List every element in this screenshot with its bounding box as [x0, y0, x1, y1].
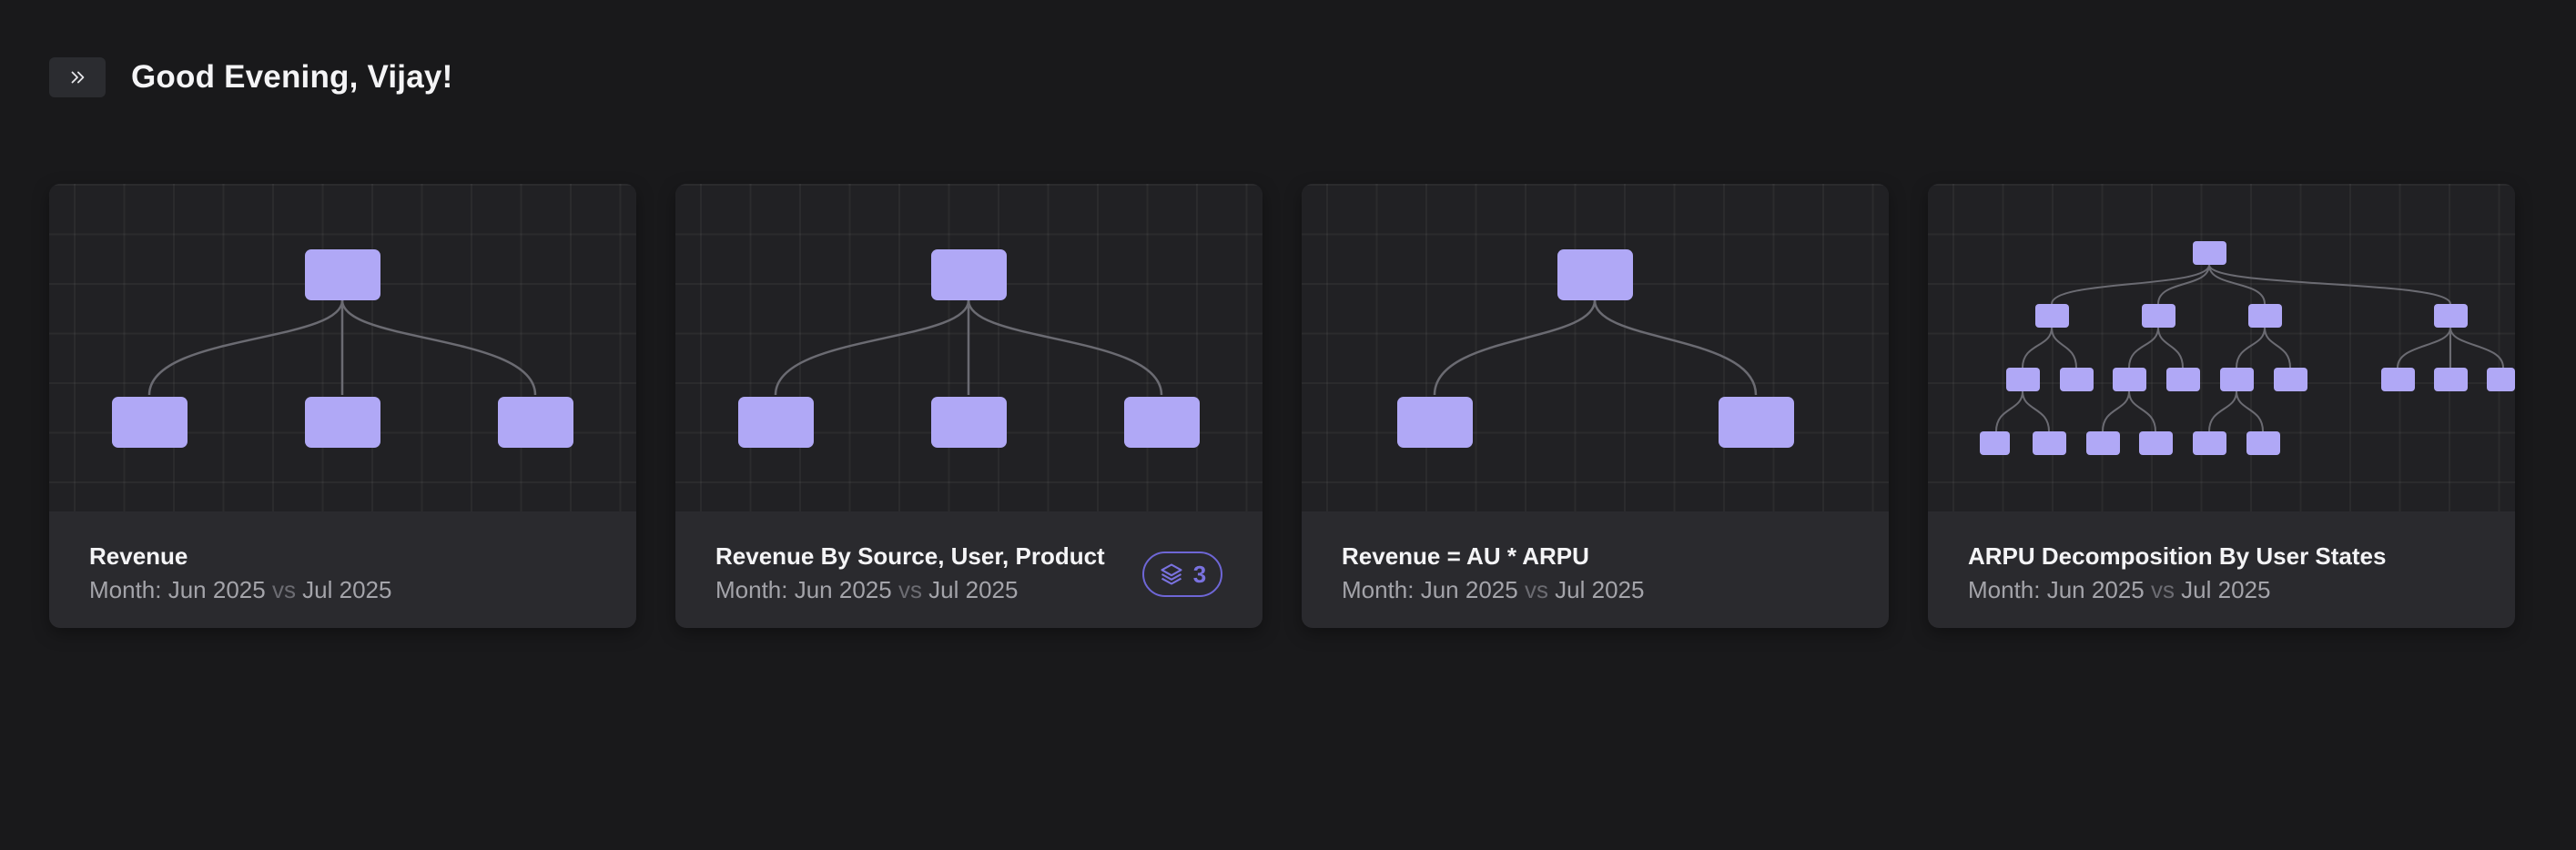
card-title: ARPU Decomposition By User States [1968, 542, 2387, 570]
tree-edge [2022, 390, 2050, 432]
tree-node [2487, 368, 2515, 391]
period-current: Month: Jun 2025 [715, 576, 892, 603]
tree-node [112, 397, 188, 448]
tree-node [931, 397, 1007, 448]
card-revenue-au-arpu[interactable]: Revenue = AU * ARPU Month: Jun 2025 vs J… [1302, 184, 1889, 628]
card-title: Revenue = AU * ARPU [1342, 542, 1589, 570]
card-period: Month: Jun 2025 vs Jul 2025 [89, 573, 596, 606]
tree-node [2035, 304, 2069, 328]
card-arpu-decomposition[interactable]: ARPU Decomposition By User States Month:… [1928, 184, 2515, 628]
tree-node [1980, 431, 2010, 455]
tree-edge [2022, 327, 2053, 369]
card-footer: Revenue By Source, User, Product Month: … [675, 511, 1263, 628]
tree-node [2220, 368, 2254, 391]
layers-icon [1161, 563, 1182, 585]
card-title: Revenue [89, 542, 188, 570]
tree-edge [1995, 390, 2023, 432]
tree-edge [2157, 327, 2184, 369]
tree-node [2142, 304, 2175, 328]
tree-node [931, 249, 1007, 300]
tree-node [2246, 431, 2280, 455]
tree-edge [340, 299, 537, 396]
tree-edge [2236, 327, 2266, 369]
tree-node [305, 249, 380, 300]
period-compare: Jul 2025 [928, 576, 1019, 603]
tree-node [2434, 304, 2468, 328]
period-current: Month: Jun 2025 [1342, 576, 1518, 603]
tree-node [1719, 397, 1794, 448]
period-current: Month: Jun 2025 [89, 576, 266, 603]
period-compare: Jul 2025 [302, 576, 392, 603]
tree-edge [2208, 264, 2451, 305]
tree-preview [1302, 184, 1889, 511]
chevrons-right-icon [71, 71, 85, 84]
tree-edge [2208, 390, 2237, 432]
greeting-title: Good Evening, Vijay! [131, 59, 453, 95]
tree-node [498, 397, 573, 448]
period-vs: vs [898, 576, 922, 603]
tree-node [2113, 368, 2146, 391]
tree-node [2033, 431, 2066, 455]
tree-node [2086, 431, 2120, 455]
tree-edge [2264, 327, 2291, 369]
tree-edge [2051, 327, 2077, 369]
tree-node [1397, 397, 1473, 448]
card-revenue-by-source[interactable]: Revenue By Source, User, Product Month: … [675, 184, 1263, 628]
tree-node [2006, 368, 2040, 391]
card-footer: Revenue Month: Jun 2025 vs Jul 2025 [49, 511, 636, 628]
tree-edge [2397, 327, 2451, 369]
period-current: Month: Jun 2025 [1968, 576, 2145, 603]
period-compare: Jul 2025 [2181, 576, 2271, 603]
tree-edge [967, 299, 1163, 396]
tree-edge [2128, 390, 2156, 432]
tree-node [2139, 431, 2173, 455]
tree-edge [147, 299, 344, 396]
tree-node [1124, 397, 1200, 448]
tree-node [305, 397, 380, 448]
tree-node [2193, 431, 2226, 455]
tree-edge [2449, 327, 2504, 369]
tree-node [2381, 368, 2415, 391]
tree-node [2434, 368, 2468, 391]
tree-node [2060, 368, 2094, 391]
tree-edge [2102, 390, 2130, 432]
period-vs: vs [1524, 576, 1548, 603]
tree-node [2166, 368, 2200, 391]
tree-preview [49, 184, 636, 511]
tree-node [2248, 304, 2282, 328]
tree-node [2193, 241, 2226, 265]
card-revenue[interactable]: Revenue Month: Jun 2025 vs Jul 2025 [49, 184, 636, 628]
layers-badge[interactable]: 3 [1142, 551, 1222, 597]
tree-edge [774, 299, 970, 396]
tree-edge [1433, 299, 1597, 396]
tree-edge [1593, 299, 1758, 396]
period-vs: vs [271, 576, 296, 603]
card-period: Month: Jun 2025 vs Jul 2025 [1342, 573, 1849, 606]
tree-node [1557, 249, 1633, 300]
page-header: Good Evening, Vijay! [49, 57, 452, 97]
card-period: Month: Jun 2025 vs Jul 2025 [1968, 573, 2475, 606]
tree-edge [2128, 327, 2159, 369]
layers-count: 3 [1192, 560, 1207, 588]
tree-edge [2157, 264, 2210, 305]
tree-edge [2236, 390, 2264, 432]
period-vs: vs [2150, 576, 2175, 603]
metric-tree-cards: Revenue Month: Jun 2025 vs Jul 2025 Reve… [49, 184, 2515, 628]
tree-preview [1928, 184, 2515, 511]
expand-sidebar-button[interactable] [49, 57, 106, 97]
card-footer: Revenue = AU * ARPU Month: Jun 2025 vs J… [1302, 511, 1889, 628]
tree-preview [675, 184, 1263, 511]
period-compare: Jul 2025 [1555, 576, 1645, 603]
card-footer: ARPU Decomposition By User States Month:… [1928, 511, 2515, 628]
tree-node [738, 397, 814, 448]
tree-node [2274, 368, 2307, 391]
